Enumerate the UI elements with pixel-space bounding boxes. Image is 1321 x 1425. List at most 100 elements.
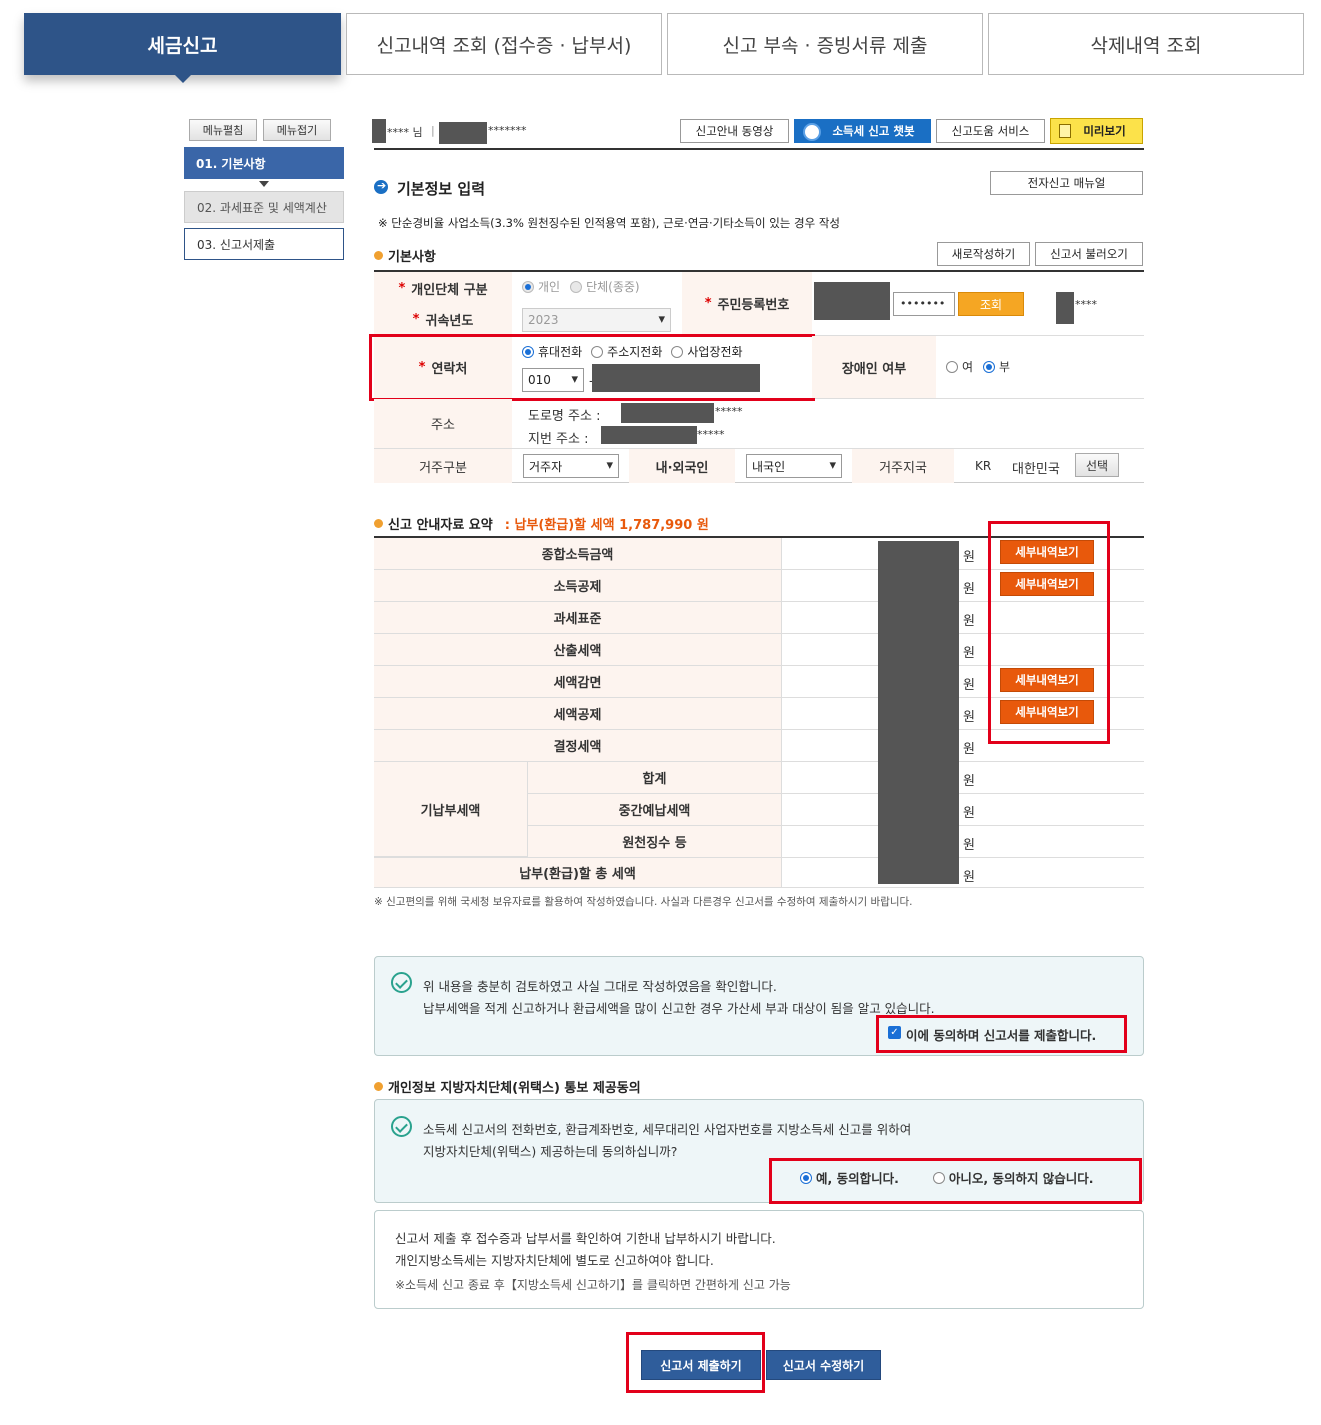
masked-name [372,119,386,143]
sidebar-item-basic[interactable]: 01. 기본사항 [184,147,344,179]
tab-tax-filing[interactable]: 세금신고 [24,13,341,83]
highlight-contact [369,334,815,401]
label-text: 주민등록번호 [717,298,790,313]
year-select[interactable]: 2023 [522,308,671,332]
info-line3: ※소득세 신고 종료 후【지방소득세 신고하기】를 클릭하면 간편하게 신고 가… [395,1278,791,1292]
check-circle-icon [391,972,412,993]
disabled-label: 장애인 여부 [812,336,936,398]
preview-label: 미리보기 [1083,124,1126,138]
row-label: 세액감면 [374,666,782,697]
privacy-line2: 지방자치단체(위택스) 제공하는데 동의하십니까? [423,1144,678,1159]
address-label: 주소 [374,399,512,448]
bullet-icon [374,251,383,260]
help-service-button[interactable]: 신고도움 서비스 [936,119,1045,143]
bullet-icon [374,519,383,528]
privacy-section-title: 개인정보 지방자치단체(위택스) 통보 제공동의 [374,1077,641,1096]
country-name: 대한민국 [1012,462,1060,477]
unit: 원 [963,774,975,789]
row-label: 납부(환급)할 총 세액 [374,858,782,887]
sidebar-label: 01. 기본사항 [196,156,266,171]
select-value: 2023 [528,313,559,327]
highlight-privacy [769,1158,1142,1204]
radio-individual[interactable] [522,280,534,293]
unit: 원 [963,678,975,693]
page-title: 기본정보 입력 [397,180,486,198]
name-suffix: **** [1075,298,1097,311]
sidebar-item-tax-calc[interactable]: 02. 과세표준 및 세액계산 [184,191,344,223]
menu-expand-button[interactable]: 메뉴펼침 [189,119,257,141]
radio-disabled-no[interactable] [983,360,996,373]
unit: 원 [963,870,975,885]
type-options: 개인 단체(종중) [522,278,640,295]
label-text: 주소 [431,418,455,433]
disabled-options: 여 부 [946,358,1010,375]
label-text: 개인단체 구분 [411,282,488,298]
sidebar-item-submit[interactable]: 03. 신고서제출 [184,228,344,260]
tab-label: 세금신고 [147,34,218,57]
summary-row: 납부(환급)할 총 세액 [374,858,1144,888]
label-text: 귀속년도 [425,314,474,329]
prepaid-label: 기납부세액 [374,762,528,857]
row-label: 과세표준 [374,602,782,633]
summary-section-title: 신고 안내자료 요약: 납부(환급)할 세액 1,787,990 원 [374,514,709,533]
country-label: 거주지국 [852,449,954,483]
unit: 원 [963,806,975,821]
row-label: 결정세액 [374,730,782,761]
confirm-line1: 위 내용을 충분히 검토하였고 사실 그대로 작성하였음을 확인합니다. [423,979,777,994]
unit: 원 [963,582,975,597]
rrn-back-input[interactable]: ••••••• [893,292,955,316]
user-name: **** 님 [387,126,423,139]
rrn-label: 주민등록번호 [682,272,812,335]
arrow-circle-icon: ➔ [374,179,388,194]
nationality-select[interactable]: 내국인 [746,454,842,478]
manual-button[interactable]: 전자신고 매뉴얼 [990,171,1143,195]
bullet-icon [374,1082,383,1091]
highlight-agree [876,1015,1127,1053]
radio-disabled-yes[interactable] [946,360,958,373]
sidebar-label: 02. 과세표준 및 세액계산 [197,200,327,215]
type-label: 개인단체 구분 [374,272,512,304]
choose-country-button[interactable]: 선택 [1075,453,1119,477]
unit: 원 [963,742,975,757]
menu-collapse-button[interactable]: 메뉴접기 [263,119,331,141]
radio-group[interactable] [570,280,583,293]
section-label: 개인정보 지방자치단체(위택스) 통보 제공동의 [388,1081,641,1096]
edit-return-button[interactable]: 신고서 수정하기 [766,1350,881,1380]
preview-button[interactable]: 미리보기 [1050,118,1143,144]
option-label: 여 [962,360,974,374]
row-label: 소득공제 [374,570,782,601]
new-form-button[interactable]: 새로작성하기 [937,242,1030,266]
info-line2: 개인지방소득세는 지방자치단체에 별도로 신고하여야 합니다. [395,1253,714,1268]
road-address-tail: ***** [715,405,743,418]
basic-section-title: 기본사항 [374,246,436,265]
rrn-lookup-button[interactable]: 조회 [958,292,1024,316]
masked-name-block [1056,292,1074,324]
row-label: 산출세액 [374,634,782,665]
highlight-submit [626,1332,765,1393]
caret-down-icon [259,181,269,187]
unit: 원 [963,838,975,853]
info-line1: 신고서 제출 후 접수증과 납부서를 확인하여 기한내 납부하시기 바랍니다. [395,1231,776,1246]
tab-label: 신고내역 조회 (접수증 · 납부서) [376,34,632,57]
tab-deleted[interactable]: 삭제내역 조회 [988,13,1304,75]
highlight-detail-buttons [988,521,1110,744]
label-text: 거주구분 [419,460,467,476]
section-label: 기본사항 [388,250,436,265]
tab-label: 신고 부속 · 증빙서류 제출 [722,34,928,57]
masked-rrn-front [814,282,890,320]
tab-label: 삭제내역 조회 [1090,34,1202,57]
load-form-button[interactable]: 신고서 불러오기 [1035,242,1143,266]
header-divider [374,148,1144,150]
row-label: 종합소득금액 [374,538,782,569]
chatbot-button[interactable]: 소득세 신고 챗봇 [794,119,931,143]
document-icon [1059,124,1071,138]
nationality-label: 내·외국인 [629,449,735,483]
residence-select[interactable]: 거주자 [523,454,619,478]
option-label: 단체(종중) [586,280,640,294]
label-text: 내·외국인 [655,460,709,476]
tab-history[interactable]: 신고내역 조회 (접수증 · 납부서) [346,13,662,75]
option-label: 개인 [538,280,561,294]
guide-video-button[interactable]: 신고안내 동영상 [680,119,789,143]
tab-attachments[interactable]: 신고 부속 · 증빙서류 제출 [667,13,983,75]
masked-jibun-address [601,426,697,444]
